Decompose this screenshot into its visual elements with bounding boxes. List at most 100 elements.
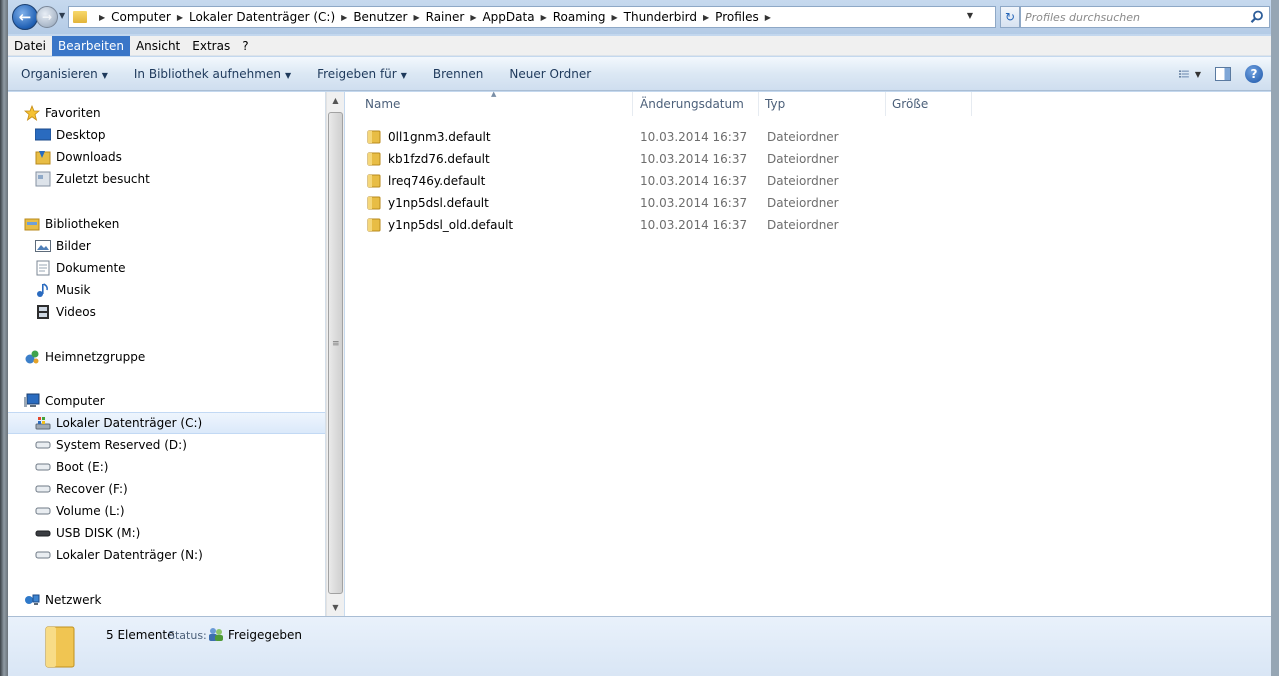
file-name: y1np5dsl.default bbox=[388, 196, 489, 210]
nav-drive-c-label: Lokaler Datenträger (C:) bbox=[56, 416, 203, 430]
command-bar: Organisieren ▼ In Bibliothek aufnehmen ▼ F… bbox=[8, 57, 1271, 91]
breadcrumb-benutzer[interactable]: Benutzer bbox=[353, 10, 407, 24]
column-name[interactable]: ▲ Name bbox=[345, 90, 633, 116]
nav-videos[interactable]: Videos bbox=[8, 301, 325, 323]
breadcrumb-separator[interactable]: ▶ bbox=[99, 13, 105, 22]
dropdown-arrow-icon: ▼ bbox=[400, 70, 407, 80]
column-header: ▲ Name Änderungsdatum Typ Größe bbox=[345, 90, 1271, 116]
breadcrumb-roaming[interactable]: Roaming bbox=[553, 10, 606, 24]
scroll-down-arrow-icon[interactable]: ▼ bbox=[327, 599, 344, 616]
nav-computer[interactable]: Computer bbox=[8, 390, 325, 412]
nav-libraries[interactable]: Bibliotheken bbox=[8, 213, 325, 235]
breadcrumb-separator[interactable]: ▶ bbox=[541, 13, 547, 22]
breadcrumb-separator[interactable]: ▶ bbox=[703, 13, 709, 22]
breadcrumb-separator[interactable]: ▶ bbox=[470, 13, 476, 22]
drive-icon bbox=[35, 503, 51, 519]
back-button[interactable]: ← bbox=[12, 4, 38, 30]
nav-documents-label: Dokumente bbox=[56, 261, 126, 275]
breadcrumb-drive-c[interactable]: Lokaler Datenträger (C:) bbox=[189, 10, 335, 24]
nav-drive-n[interactable]: Lokaler Datenträger (N:) bbox=[8, 544, 325, 566]
menu-bearbeiten[interactable]: Bearbeiten bbox=[52, 35, 130, 56]
organize-button[interactable]: Organisieren ▼ bbox=[8, 67, 121, 81]
view-dropdown-icon[interactable]: ▼ bbox=[1195, 70, 1201, 79]
share-with-button[interactable]: Freigeben für ▼ bbox=[304, 67, 420, 81]
details-pane: 5 Elemente Status: Freigegeben bbox=[8, 616, 1271, 676]
nav-drive-d[interactable]: System Reserved (D:) bbox=[8, 434, 325, 456]
file-date: 10.03.2014 16:37 bbox=[640, 130, 748, 144]
nav-drive-e[interactable]: Boot (E:) bbox=[8, 456, 325, 478]
breadcrumb-thunderbird[interactable]: Thunderbird bbox=[624, 10, 697, 24]
file-date: 10.03.2014 16:37 bbox=[640, 174, 748, 188]
nav-desktop[interactable]: Desktop bbox=[8, 124, 325, 146]
menu-bar: Datei Bearbeiten Ansicht Extras ? bbox=[8, 35, 1271, 56]
nav-computer-label: Computer bbox=[45, 394, 105, 408]
scroll-grip-icon: ≡ bbox=[332, 339, 340, 349]
nav-drive-f[interactable]: Recover (F:) bbox=[8, 478, 325, 500]
file-name: y1np5dsl_old.default bbox=[388, 218, 514, 232]
menu-ansicht[interactable]: Ansicht bbox=[130, 36, 186, 56]
file-name-cell: y1np5dsl.default bbox=[345, 196, 633, 210]
change-view-button[interactable]: ▼ bbox=[1179, 66, 1201, 82]
menu-datei[interactable]: Datei bbox=[8, 36, 52, 56]
file-row[interactable]: 0ll1gnm3.default 10.03.2014 16:37 Dateio… bbox=[345, 126, 1045, 148]
breadcrumb-separator[interactable]: ▶ bbox=[611, 13, 617, 22]
folder-icon bbox=[45, 626, 75, 668]
preview-pane-button[interactable] bbox=[1215, 67, 1231, 81]
nav-music[interactable]: Musik bbox=[8, 279, 325, 301]
forward-arrow-icon: → bbox=[41, 10, 53, 24]
usb-drive-icon bbox=[35, 525, 51, 541]
search-input[interactable] bbox=[1025, 10, 1240, 24]
scrollbar-thumb[interactable] bbox=[328, 112, 343, 594]
file-row[interactable]: kb1fzd76.default 10.03.2014 16:37 Dateio… bbox=[345, 148, 1045, 170]
nav-recent[interactable]: Zuletzt besucht bbox=[8, 168, 325, 190]
refresh-button[interactable]: ↻ bbox=[1000, 6, 1020, 28]
nav-recent-label: Zuletzt besucht bbox=[56, 172, 150, 186]
file-date: 10.03.2014 16:37 bbox=[640, 218, 748, 232]
forward-button[interactable]: → bbox=[36, 6, 58, 28]
nav-documents[interactable]: Dokumente bbox=[8, 257, 325, 279]
burn-button[interactable]: Brennen bbox=[420, 67, 496, 81]
add-to-library-button[interactable]: In Bibliothek aufnehmen ▼ bbox=[121, 67, 304, 81]
breadcrumb-separator[interactable]: ▶ bbox=[765, 13, 771, 22]
nav-network[interactable]: Netzwerk bbox=[8, 589, 325, 611]
file-type: Dateiordner bbox=[767, 218, 839, 232]
nav-favorites[interactable]: Favoriten bbox=[8, 102, 325, 124]
nav-downloads[interactable]: Downloads bbox=[8, 146, 325, 168]
scroll-up-arrow-icon[interactable]: ▲ bbox=[327, 92, 344, 109]
dropdown-arrow-icon: ▼ bbox=[101, 70, 108, 80]
column-date[interactable]: Änderungsdatum bbox=[633, 92, 759, 116]
nav-drive-m[interactable]: USB DISK (M:) bbox=[8, 522, 325, 544]
recent-pages-dropdown[interactable]: ▼ bbox=[59, 11, 65, 20]
file-type: Dateiordner bbox=[767, 196, 839, 210]
breadcrumb-computer[interactable]: Computer bbox=[111, 10, 171, 24]
navigation-scrollbar[interactable]: ▲ ≡ ▼ bbox=[326, 92, 344, 616]
breadcrumb-profiles[interactable]: Profiles bbox=[715, 10, 759, 24]
nav-drive-f-label: Recover (F:) bbox=[56, 482, 128, 496]
refresh-icon: ↻ bbox=[1004, 10, 1016, 24]
menu-extras[interactable]: Extras bbox=[186, 36, 236, 56]
navigation-pane: Favoriten Desktop Downloads Zuletzt besu… bbox=[8, 92, 326, 616]
file-row[interactable]: y1np5dsl.default 10.03.2014 16:37 Dateio… bbox=[345, 192, 1045, 214]
breadcrumb-rainer[interactable]: Rainer bbox=[426, 10, 465, 24]
column-type[interactable]: Typ bbox=[759, 92, 886, 116]
nav-homegroup[interactable]: Heimnetzgruppe bbox=[8, 346, 325, 368]
help-icon[interactable]: ? bbox=[1245, 65, 1263, 83]
address-bar[interactable]: ▶ Computer ▶ Lokaler Datenträger (C:) ▶ … bbox=[68, 6, 996, 28]
new-folder-button[interactable]: Neuer Ordner bbox=[496, 67, 604, 81]
desktop-icon bbox=[35, 127, 51, 143]
file-row[interactable]: lreq746y.default 10.03.2014 16:37 Dateio… bbox=[345, 170, 1045, 192]
breadcrumb-appdata[interactable]: AppData bbox=[482, 10, 534, 24]
column-size[interactable]: Größe bbox=[886, 92, 972, 116]
address-dropdown-icon[interactable]: ▼ bbox=[967, 11, 973, 20]
nav-drive-c[interactable]: Lokaler Datenträger (C:) bbox=[8, 412, 325, 434]
breadcrumb-separator[interactable]: ▶ bbox=[413, 13, 419, 22]
breadcrumb-separator[interactable]: ▶ bbox=[341, 13, 347, 22]
file-row[interactable]: y1np5dsl_old.default 10.03.2014 16:37 Da… bbox=[345, 214, 1045, 236]
nav-drive-l[interactable]: Volume (L:) bbox=[8, 500, 325, 522]
item-count: 5 Elemente bbox=[106, 628, 175, 642]
menu-help[interactable]: ? bbox=[236, 36, 254, 56]
nav-pictures[interactable]: Bilder bbox=[8, 235, 325, 257]
search-icon[interactable] bbox=[1249, 9, 1265, 25]
nav-videos-label: Videos bbox=[56, 305, 96, 319]
breadcrumb-separator[interactable]: ▶ bbox=[177, 13, 183, 22]
